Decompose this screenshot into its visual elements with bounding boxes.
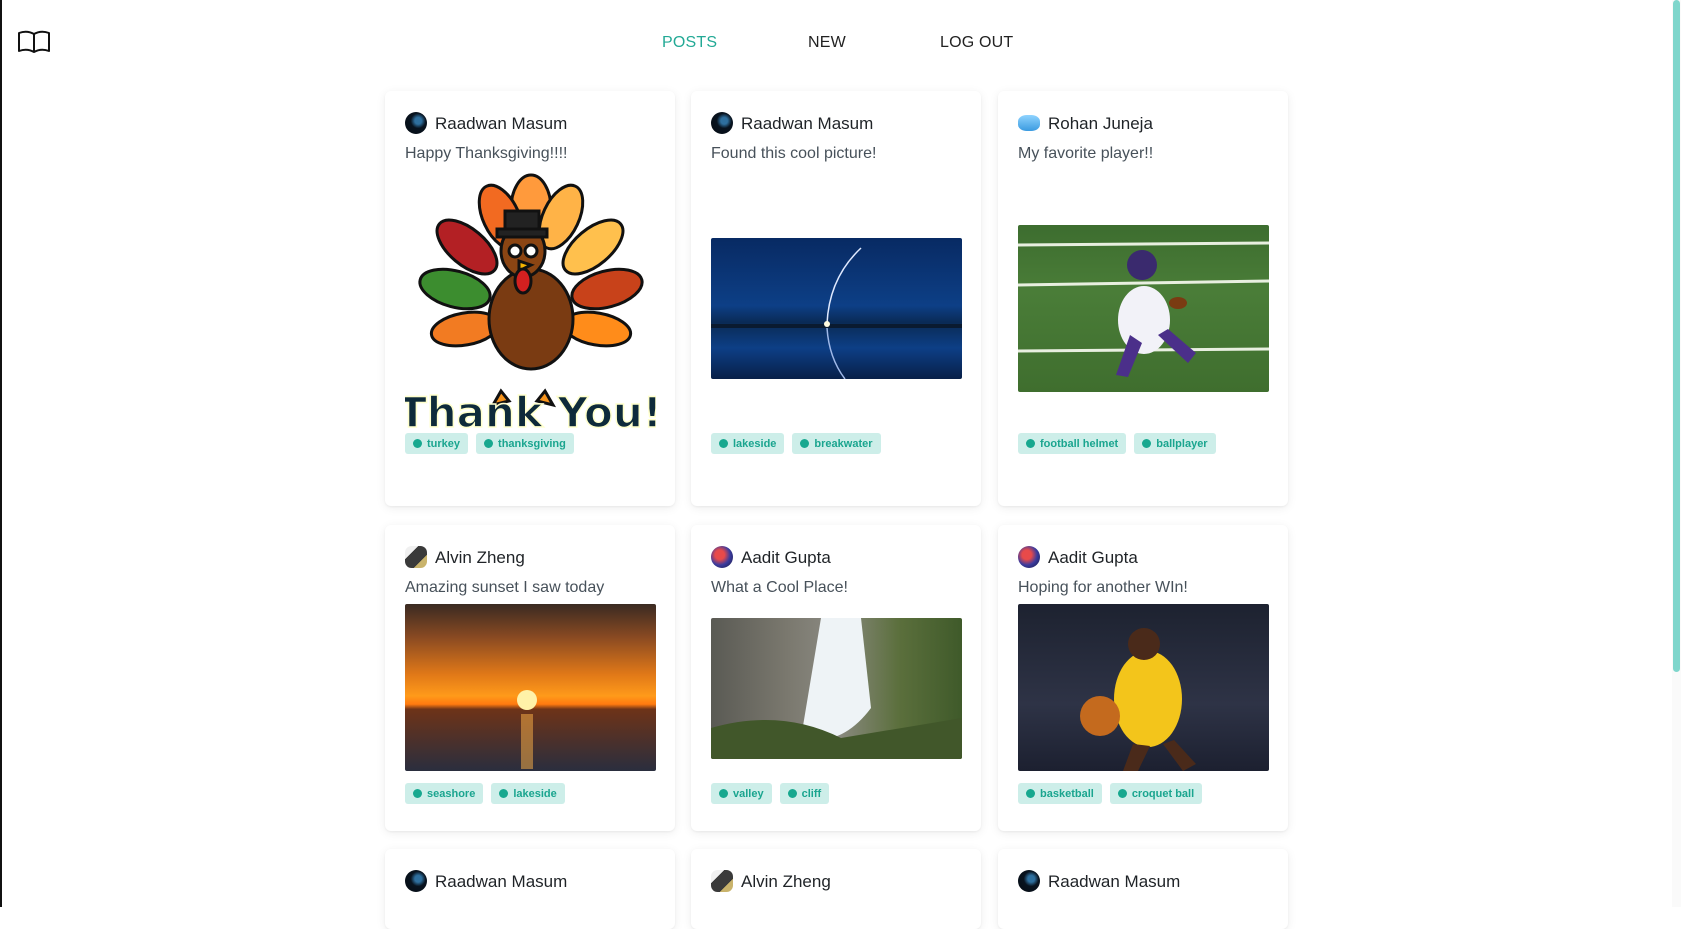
nav-new[interactable]: NEW [808, 34, 846, 52]
tag[interactable]: breakwater [792, 433, 881, 454]
tag[interactable]: ballplayer [1134, 433, 1216, 454]
author-name[interactable]: Raadwan Masum [741, 114, 873, 134]
post-card[interactable]: Raadwan Masum [385, 849, 675, 929]
tag-dot-icon [719, 439, 728, 448]
tag[interactable]: turkey [405, 433, 469, 454]
post-card[interactable]: Alvin Zheng [691, 849, 981, 929]
post-caption: Hoping for another WIn! [1018, 579, 1188, 596]
tag[interactable]: lakeside [491, 783, 565, 804]
post-image [405, 604, 656, 771]
author-name[interactable]: Rohan Juneja [1048, 114, 1153, 134]
post-card[interactable]: Aadit Gupta What a Cool Place! valley cl… [691, 525, 981, 831]
avatar [1018, 870, 1040, 892]
top-nav: POSTS NEW LOG OUT [0, 34, 1681, 54]
tag-list: football helmet ballplayer [1018, 433, 1216, 454]
tag-dot-icon [800, 439, 810, 448]
tag[interactable]: thanksgiving [476, 433, 574, 454]
tag-dot-icon [1026, 439, 1035, 448]
post-image [1018, 604, 1269, 771]
tag-dot-icon [499, 789, 509, 798]
tag[interactable]: lakeside [711, 433, 785, 454]
avatar [405, 870, 427, 892]
nav-posts[interactable]: POSTS [662, 34, 717, 52]
tag-dot-icon [787, 789, 797, 798]
author-name[interactable]: Aadit Gupta [741, 548, 831, 568]
left-border [0, 0, 2, 907]
tag-list: lakeside breakwater [711, 433, 881, 454]
nav-logout[interactable]: LOG OUT [940, 34, 1013, 52]
author-name[interactable]: Raadwan Masum [435, 114, 567, 134]
tag-dot-icon [413, 789, 422, 798]
tag-dot-icon [1026, 789, 1035, 798]
avatar [405, 546, 427, 568]
tag[interactable]: cliff [779, 783, 830, 804]
post-card[interactable]: Raadwan Masum Found this cool picture! l… [691, 91, 981, 506]
post-card[interactable]: Raadwan Masum Happy Thanksgiving!!!! Tha… [385, 91, 675, 506]
post-caption: What a Cool Place! [711, 579, 848, 596]
image-text: Thank You! [405, 388, 656, 437]
post-caption: My favorite player!! [1018, 145, 1154, 162]
tag-dot-icon [719, 789, 728, 798]
author-name[interactable]: Alvin Zheng [435, 548, 525, 568]
avatar [711, 112, 733, 134]
scrollbar-track[interactable] [1672, 0, 1681, 907]
tag-dot-icon [413, 439, 422, 448]
post-caption: Happy Thanksgiving!!!! [405, 145, 568, 162]
post-caption: Found this cool picture! [711, 145, 877, 162]
post-image [711, 618, 962, 759]
tag[interactable]: basketball [1018, 783, 1102, 804]
tag[interactable]: football helmet [1018, 433, 1127, 454]
post-card[interactable]: Aadit Gupta Hoping for another WIn! bask… [998, 525, 1288, 831]
post-card[interactable]: Rohan Juneja My favorite player!! footba… [998, 91, 1288, 506]
avatar [405, 112, 427, 134]
post-caption: Amazing sunset I saw today [405, 579, 605, 596]
post-image: Thank You! [405, 169, 656, 441]
post-card[interactable]: Raadwan Masum [998, 849, 1288, 929]
tag-list: valley cliff [711, 783, 830, 804]
scrollbar-thumb[interactable] [1673, 0, 1680, 672]
post-image [1018, 225, 1269, 392]
post-image [711, 238, 962, 379]
tag-dot-icon [1117, 789, 1127, 798]
avatar [1018, 115, 1040, 131]
author-name[interactable]: Raadwan Masum [1048, 872, 1180, 892]
tag[interactable]: seashore [405, 783, 484, 804]
avatar [1018, 546, 1040, 568]
tag[interactable]: croquet ball [1109, 783, 1203, 804]
tag-dot-icon [1142, 439, 1152, 448]
author-name[interactable]: Aadit Gupta [1048, 548, 1138, 568]
post-card[interactable]: Alvin Zheng Amazing sunset I saw today s… [385, 525, 675, 831]
tag-list: turkey thanksgiving [405, 433, 574, 454]
tag[interactable]: valley [711, 783, 772, 804]
avatar [711, 546, 733, 568]
avatar [711, 870, 733, 892]
author-name[interactable]: Raadwan Masum [435, 872, 567, 892]
tag-list: basketball croquet ball [1018, 783, 1203, 804]
tag-list: seashore lakeside [405, 783, 565, 804]
author-name[interactable]: Alvin Zheng [741, 872, 831, 892]
tag-dot-icon [484, 439, 494, 448]
